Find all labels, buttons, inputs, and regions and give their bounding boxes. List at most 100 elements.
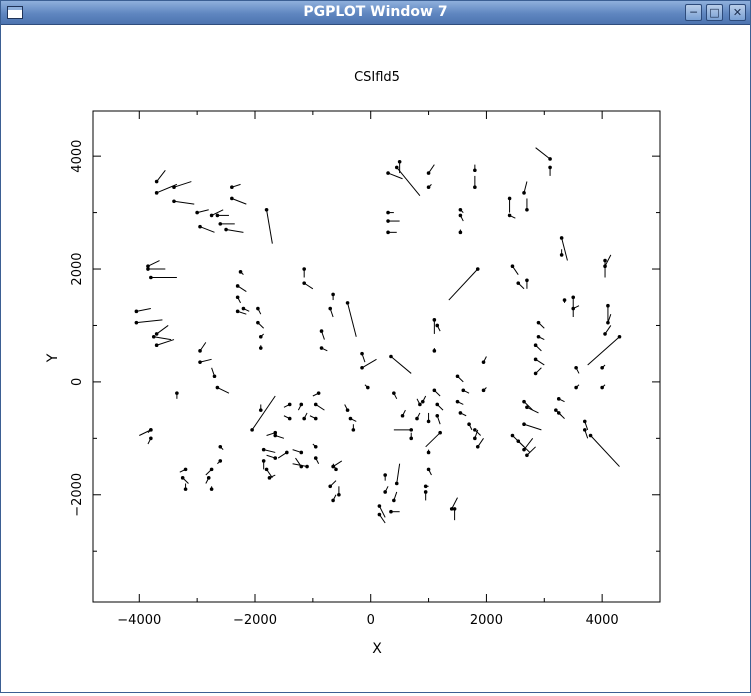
vector-point bbox=[507, 213, 512, 218]
vector-line bbox=[156, 169, 166, 182]
vector-point bbox=[571, 295, 576, 300]
y-tick-label: 2000 bbox=[70, 252, 85, 285]
vector-point bbox=[522, 399, 526, 404]
vector-point bbox=[299, 450, 304, 455]
vector-point bbox=[536, 320, 541, 325]
vector-point bbox=[154, 191, 159, 195]
vector-point bbox=[299, 402, 304, 407]
vector-plot: CSIfld5 X Y −4000 −2000 0 2000 4000 −2000 0 200… bbox=[45, 70, 661, 657]
vector-point bbox=[302, 416, 306, 421]
vector-point bbox=[435, 323, 440, 328]
vector-point bbox=[458, 213, 463, 218]
vector-line bbox=[147, 260, 160, 267]
vector-point bbox=[452, 507, 457, 511]
vector-point bbox=[348, 416, 353, 421]
vector-point bbox=[426, 185, 431, 189]
vector-point bbox=[559, 236, 564, 240]
vector-point bbox=[386, 219, 390, 223]
y-tick-label: 4000 bbox=[70, 140, 85, 173]
vector-point bbox=[438, 430, 442, 435]
vector-point bbox=[458, 230, 463, 235]
vector-point bbox=[389, 354, 393, 359]
vector-point bbox=[426, 467, 431, 472]
title-bar[interactable]: PGPLOT Window 7 ─ □ ✕ bbox=[1, 1, 750, 25]
vector-point bbox=[183, 467, 188, 472]
vector-point bbox=[603, 258, 607, 263]
vector-line bbox=[523, 401, 534, 411]
close-icon[interactable]: ✕ bbox=[729, 4, 746, 21]
plot-frame bbox=[92, 110, 661, 603]
vector-point bbox=[256, 306, 260, 311]
vector-point bbox=[218, 222, 223, 226]
vector-point bbox=[603, 332, 607, 336]
vector-point bbox=[525, 453, 529, 458]
vector-point bbox=[334, 467, 338, 472]
x-tick-label: 2000 bbox=[470, 613, 503, 628]
vector-point bbox=[218, 444, 223, 449]
vector-point bbox=[574, 365, 578, 370]
vector-point bbox=[571, 306, 576, 311]
vector-point bbox=[134, 320, 139, 325]
vector-line bbox=[136, 319, 163, 324]
vector-line bbox=[136, 308, 151, 312]
vector-point bbox=[606, 320, 610, 325]
vector-point bbox=[516, 439, 521, 443]
vector-point bbox=[319, 346, 324, 350]
vector-line bbox=[156, 325, 169, 335]
pgplot-window: PGPLOT Window 7 ─ □ ✕ CSIfld5 X Y −4000−… bbox=[0, 0, 751, 693]
vector-point bbox=[195, 210, 199, 215]
vector-point bbox=[409, 428, 414, 432]
vector-point bbox=[172, 185, 176, 189]
vector-point bbox=[360, 351, 364, 356]
vector-point bbox=[435, 413, 440, 418]
vector-point bbox=[600, 385, 604, 390]
vector-point bbox=[392, 498, 396, 503]
vector-point bbox=[606, 303, 610, 308]
x-tick-label: 0 bbox=[367, 613, 375, 628]
vector-point bbox=[473, 436, 477, 441]
vector-point bbox=[345, 301, 350, 305]
vector-point bbox=[533, 371, 538, 376]
vector-point bbox=[299, 464, 304, 469]
vector-point bbox=[525, 405, 529, 410]
vector-point bbox=[554, 408, 558, 412]
vector-line bbox=[561, 237, 568, 261]
vector-point bbox=[423, 490, 428, 494]
vector-point bbox=[525, 207, 529, 212]
vector-point bbox=[386, 171, 390, 175]
vector-point bbox=[409, 436, 414, 441]
vector-line bbox=[390, 356, 412, 374]
vector-point bbox=[548, 157, 552, 161]
vector-point bbox=[273, 433, 278, 438]
vector-point bbox=[481, 388, 486, 393]
vector-point bbox=[264, 207, 269, 212]
vector-line bbox=[199, 226, 215, 233]
vector-point bbox=[383, 490, 387, 494]
minimize-icon[interactable]: ─ bbox=[685, 4, 702, 21]
vector-point bbox=[389, 509, 393, 514]
vector-line bbox=[251, 395, 276, 431]
vector-point bbox=[154, 343, 159, 348]
vector-point bbox=[415, 416, 419, 421]
vector-point bbox=[331, 292, 335, 297]
vector-point bbox=[198, 224, 202, 229]
vector-point bbox=[475, 444, 480, 449]
vector-point bbox=[556, 411, 561, 415]
vector-point bbox=[467, 422, 471, 427]
vector-point bbox=[423, 484, 428, 489]
vector-line bbox=[225, 229, 244, 233]
vector-point bbox=[154, 332, 159, 336]
vector-point bbox=[432, 349, 437, 353]
vector-point bbox=[331, 498, 335, 503]
vector-point bbox=[235, 309, 240, 314]
vector-point bbox=[250, 428, 254, 432]
vector-point bbox=[313, 456, 318, 460]
vector-point bbox=[394, 481, 399, 486]
vector-point bbox=[198, 360, 202, 364]
vector-point bbox=[562, 298, 567, 302]
plot-canvas: CSIfld5 X Y −4000 −2000 0 2000 4000 −2000 0 200… bbox=[1, 25, 750, 692]
vector-line bbox=[425, 432, 441, 448]
maximize-icon[interactable]: □ bbox=[706, 4, 723, 21]
axis-ticks: −4000 −2000 0 2000 4000 −2000 0 2000 4000 bbox=[70, 111, 660, 628]
vector-point bbox=[313, 444, 318, 449]
